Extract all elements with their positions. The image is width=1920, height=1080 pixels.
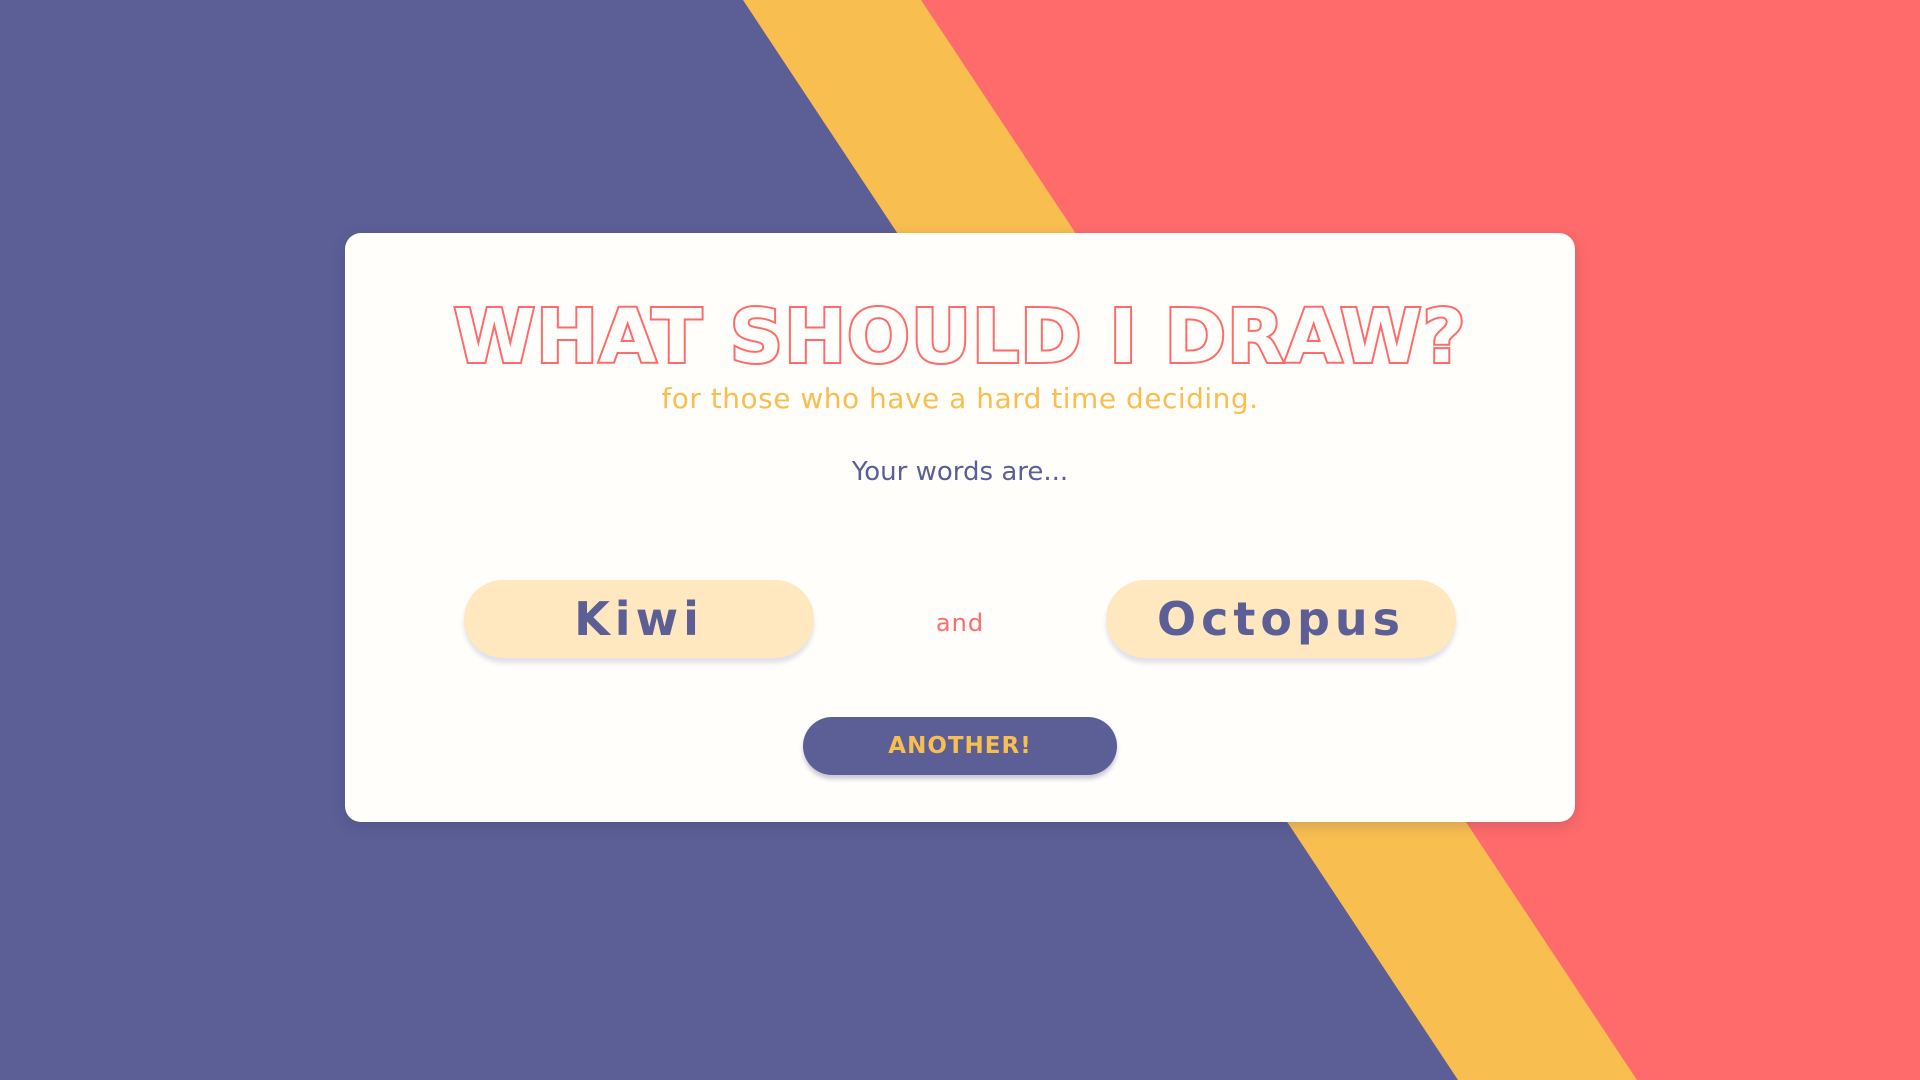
word-first-label: Kiwi bbox=[574, 592, 704, 646]
page-title: WHAT SHOULD I DRAW? bbox=[451, 293, 1467, 381]
page-subtitle: for those who have a hard time deciding. bbox=[661, 382, 1259, 415]
another-button-label: ANOTHER! bbox=[888, 733, 1032, 759]
content-card: WHAT SHOULD I DRAW? for those who have a… bbox=[345, 233, 1575, 822]
word-pill-first: Kiwi bbox=[464, 580, 814, 658]
word-second-label: Octopus bbox=[1156, 592, 1406, 646]
connector-text: and bbox=[935, 609, 985, 637]
word-pill-second: Octopus bbox=[1106, 580, 1456, 658]
another-button[interactable]: ANOTHER! bbox=[803, 717, 1117, 775]
words-prompt: Your words are... bbox=[851, 457, 1069, 487]
